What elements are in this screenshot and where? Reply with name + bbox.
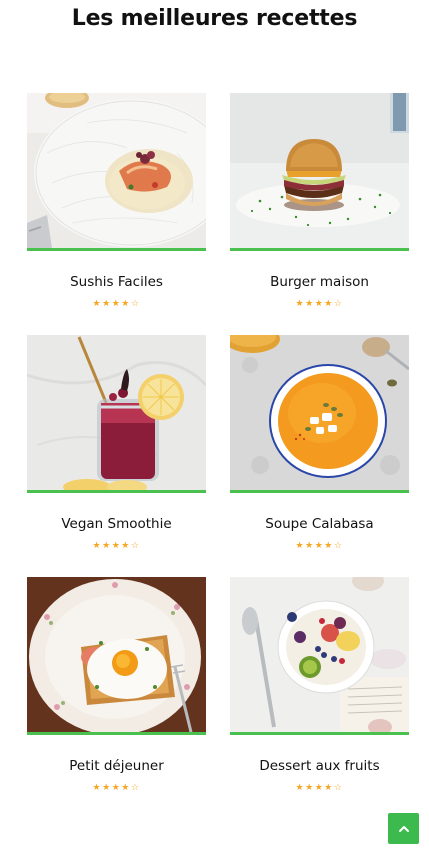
star-empty-icon: ☆ (130, 541, 141, 551)
rating-stars: ★★★★☆ (27, 298, 206, 310)
star-filled-icon: ★ (314, 783, 325, 793)
recipe-title[interactable]: Soupe Calabasa (230, 515, 409, 533)
star-filled-icon: ★ (314, 299, 325, 309)
star-filled-icon: ★ (102, 299, 112, 309)
recipe-image-seafood[interactable] (27, 93, 206, 251)
star-filled-icon: ★ (324, 541, 334, 551)
star-filled-icon: ★ (305, 541, 315, 551)
pumpkin-soup-image (230, 335, 409, 490)
recipe-card[interactable]: Burger maison ★★★★☆ (230, 93, 409, 335)
recipe-image-soup[interactable] (230, 335, 409, 493)
recipe-image-breakfast[interactable] (27, 577, 206, 735)
star-filled-icon: ★ (92, 541, 103, 551)
star-filled-icon: ★ (92, 783, 103, 793)
page-title: Les meilleures recettes (71, 6, 358, 31)
star-filled-icon: ★ (305, 783, 315, 793)
star-filled-icon: ★ (305, 299, 315, 309)
star-filled-icon: ★ (111, 541, 122, 551)
recipe-grid: Sushis Faciles ★★★★☆ Burger maison ★★★★☆… (27, 93, 409, 819)
recipe-title[interactable]: Vegan Smoothie (27, 515, 206, 533)
star-empty-icon: ☆ (333, 541, 344, 551)
fried-egg-toast-image (27, 577, 206, 732)
star-filled-icon: ★ (295, 541, 306, 551)
burger-image (230, 93, 409, 248)
rating-stars: ★★★★☆ (230, 540, 409, 552)
star-empty-icon: ☆ (333, 783, 344, 793)
rating-stars: ★★★★☆ (230, 298, 409, 310)
recipe-image-smoothie[interactable] (27, 335, 206, 493)
star-filled-icon: ★ (324, 299, 334, 309)
recipe-image-burger[interactable] (230, 93, 409, 251)
star-empty-icon: ☆ (333, 299, 344, 309)
fruit-bowl-image (230, 577, 409, 732)
recipe-card[interactable]: Petit déjeuner ★★★★☆ (27, 577, 206, 819)
star-filled-icon: ★ (111, 783, 122, 793)
recipe-image-fruit-dessert[interactable] (230, 577, 409, 735)
star-filled-icon: ★ (102, 783, 112, 793)
recipe-title[interactable]: Petit déjeuner (27, 757, 206, 775)
recipe-card[interactable]: Sushis Faciles ★★★★☆ (27, 93, 206, 335)
star-filled-icon: ★ (295, 783, 306, 793)
chevron-up-icon (398, 825, 409, 832)
recipe-card[interactable]: Vegan Smoothie ★★★★☆ (27, 335, 206, 577)
smoothie-jar-image (27, 335, 206, 490)
star-filled-icon: ★ (314, 541, 325, 551)
plated-seafood-image (27, 93, 206, 248)
star-filled-icon: ★ (324, 783, 334, 793)
recipe-card[interactable]: Dessert aux fruits ★★★★☆ (230, 577, 409, 819)
recipe-card[interactable]: Soupe Calabasa ★★★★☆ (230, 335, 409, 577)
scroll-to-top-button[interactable] (388, 813, 419, 844)
star-filled-icon: ★ (92, 299, 103, 309)
star-empty-icon: ☆ (130, 783, 141, 793)
star-filled-icon: ★ (121, 783, 131, 793)
star-filled-icon: ★ (295, 299, 306, 309)
rating-stars: ★★★★☆ (230, 782, 409, 794)
star-filled-icon: ★ (111, 299, 122, 309)
star-filled-icon: ★ (121, 541, 131, 551)
star-filled-icon: ★ (121, 299, 131, 309)
recipe-title[interactable]: Sushis Faciles (27, 273, 206, 291)
star-filled-icon: ★ (102, 541, 112, 551)
rating-stars: ★★★★☆ (27, 540, 206, 552)
recipe-title[interactable]: Dessert aux fruits (230, 757, 409, 775)
rating-stars: ★★★★☆ (27, 782, 206, 794)
star-empty-icon: ☆ (130, 299, 141, 309)
recipe-title[interactable]: Burger maison (230, 273, 409, 291)
